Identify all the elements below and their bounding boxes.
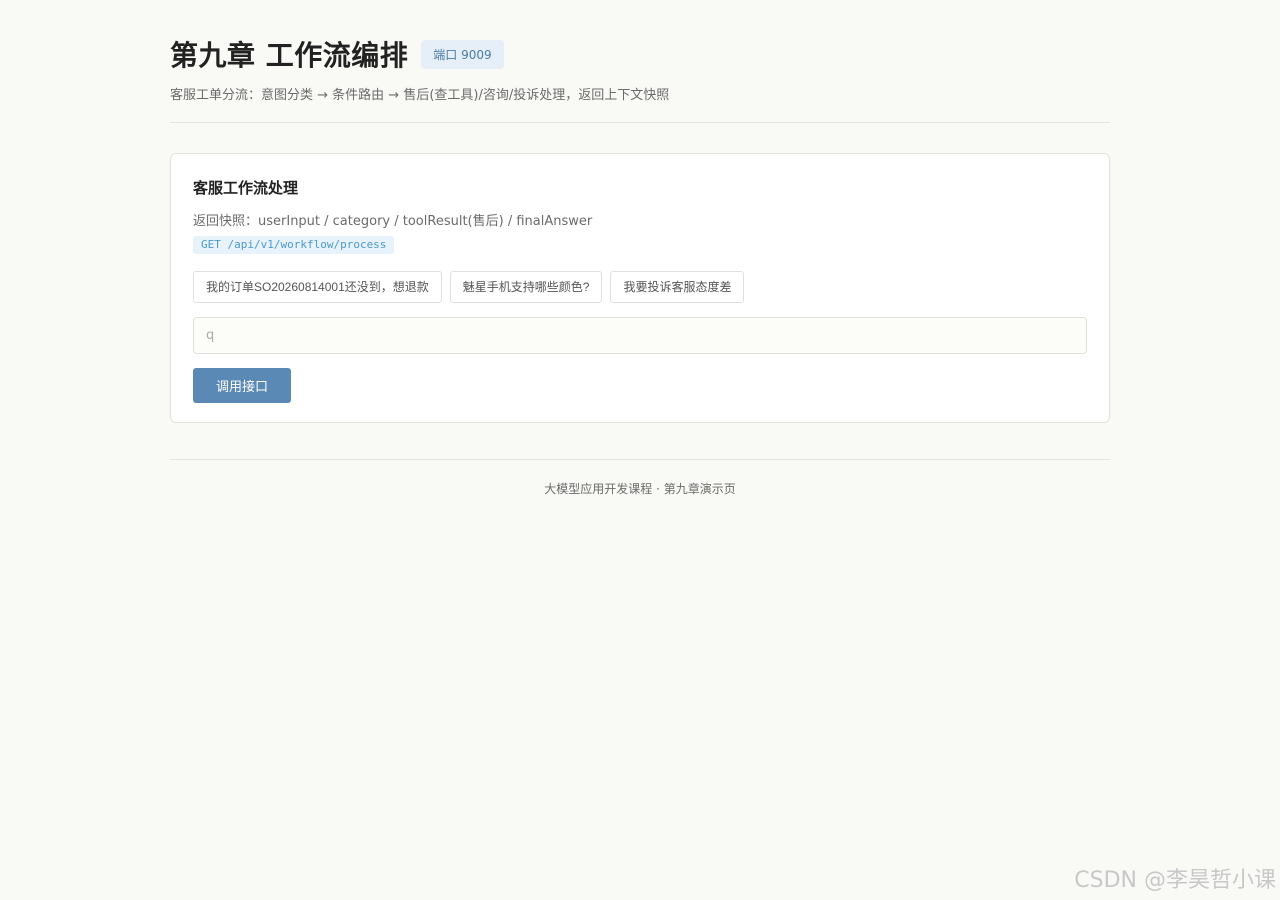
snapshot-description: 返回快照：userInput / category / toolResult(售…	[193, 214, 593, 229]
footer-text: 大模型应用开发课程 · 第九章演示页	[544, 482, 736, 496]
title-row: 第九章 工作流编排 端口 9009	[170, 34, 1110, 74]
endpoint-label: GET /api/v1/workflow/process	[193, 236, 395, 254]
call-api-button[interactable]: 调用接口	[193, 368, 292, 403]
page: 第九章 工作流编排 端口 9009 客服工单分流：意图分类 → 条件路由 → 售…	[0, 0, 1280, 900]
csdn-watermark: CSDN @李昊哲小课	[1074, 868, 1276, 893]
example-chip-complaint[interactable]: 我要投诉客服态度差	[610, 271, 745, 303]
card-title: 客服工作流处理	[193, 179, 299, 197]
example-chip-colors[interactable]: 魅星手机支持哪些颜色?	[449, 271, 603, 303]
query-input[interactable]	[193, 317, 1087, 354]
example-chip-refund[interactable]: 我的订单SO20260814001还没到，想退款	[193, 271, 442, 303]
port-badge: 端口 9009	[421, 39, 504, 69]
page-title: 第九章 工作流编排	[170, 39, 409, 72]
example-queries: 我的订单SO20260814001还没到，想退款 魅星手机支持哪些颜色? 我要投…	[193, 271, 1087, 303]
page-footer: 大模型应用开发课程 · 第九章演示页	[170, 459, 1110, 497]
workflow-card: 客服工作流处理 返回快照：userInput / category / tool…	[170, 153, 1110, 423]
main-container: 第九章 工作流编排 端口 9009 客服工单分流：意图分类 → 条件路由 → 售…	[170, 0, 1110, 497]
page-header: 第九章 工作流编排 端口 9009 客服工单分流：意图分类 → 条件路由 → 售…	[170, 0, 1110, 123]
page-subtitle: 客服工单分流：意图分类 → 条件路由 → 售后(查工具)/咨询/投诉处理，返回上…	[170, 88, 670, 103]
